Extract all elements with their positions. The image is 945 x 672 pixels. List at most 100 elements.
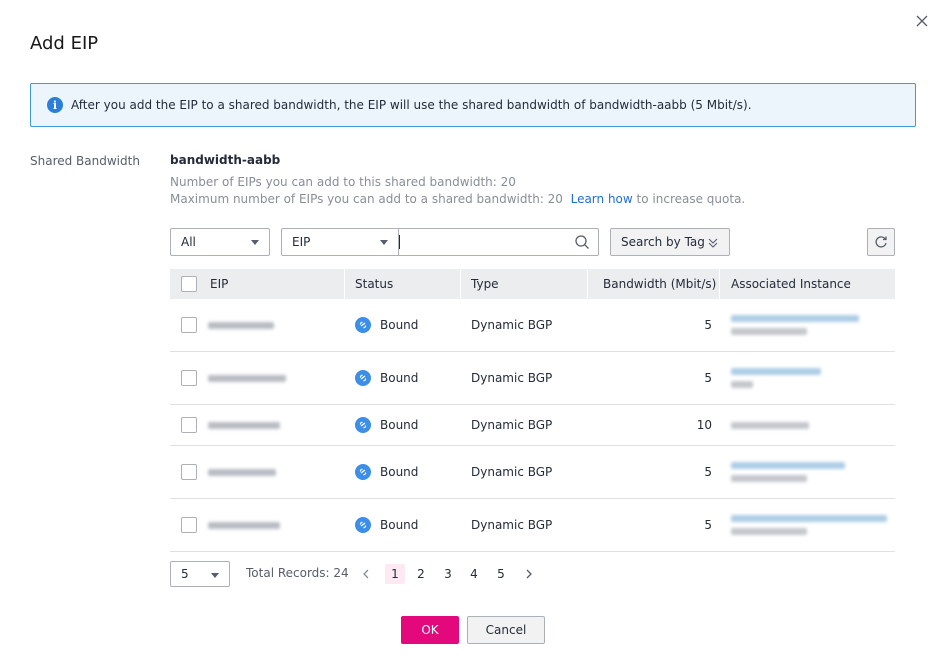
add-eip-dialog: Add EIP i After you add the EIP to a sha… — [0, 0, 945, 672]
status-text: Bound — [380, 371, 419, 385]
scope-select[interactable]: All — [170, 228, 270, 256]
bound-link-icon — [355, 517, 371, 533]
refresh-icon — [875, 236, 887, 248]
eip-address-redacted — [208, 446, 276, 498]
bound-link-icon — [355, 370, 371, 386]
page-size-value: 5 — [181, 567, 189, 581]
eip-quota-text: Number of EIPs you can add to this share… — [170, 175, 516, 189]
eip-address-redacted — [208, 405, 280, 445]
page-5[interactable]: 5 — [491, 564, 511, 584]
column-divider — [460, 269, 461, 299]
select-all-checkbox[interactable] — [181, 276, 197, 292]
table-row[interactable]: Bound Dynamic BGP 5 — [170, 299, 895, 352]
eip-address-redacted — [208, 352, 286, 404]
column-divider — [719, 269, 720, 299]
cancel-button[interactable]: Cancel — [467, 616, 545, 644]
row-checkbox-cell[interactable] — [181, 352, 197, 404]
search-field-select[interactable]: EIP — [281, 228, 399, 256]
table-row[interactable]: Bound Dynamic BGP 5 — [170, 352, 895, 405]
type-cell: Dynamic BGP — [471, 371, 553, 385]
bound-link-icon — [355, 417, 371, 433]
search-input[interactable] — [399, 228, 599, 256]
max-eip-quota-text: Maximum number of EIPs you can add to a … — [170, 192, 745, 206]
column-header-bandwidth: Bandwidth (Mbit/s) — [603, 277, 717, 291]
search-icon[interactable] — [574, 234, 590, 250]
status-text: Bound — [380, 418, 419, 432]
page-3[interactable]: 3 — [438, 564, 458, 584]
column-header-type: Type — [471, 277, 499, 291]
refresh-button[interactable] — [867, 228, 895, 256]
status-text: Bound — [380, 518, 419, 532]
row-checkbox-cell[interactable] — [181, 446, 197, 498]
bandwidth-cell: 5 — [704, 371, 712, 385]
chevron-down-icon — [251, 240, 259, 245]
bandwidth-cell: 10 — [696, 418, 712, 432]
associated-instance-redacted[interactable] — [731, 499, 887, 551]
eip-table: EIP Status Type Bandwidth (Mbit/s) Assoc… — [170, 269, 895, 552]
eip-address-redacted — [208, 299, 274, 351]
search-by-tag-label: Search by Tag — [621, 235, 705, 249]
chevron-down-icon — [380, 240, 388, 245]
column-header-eip: EIP — [210, 277, 229, 291]
chevron-down-icon — [211, 573, 219, 578]
status-text: Bound — [380, 318, 419, 332]
row-checkbox[interactable] — [181, 517, 197, 533]
row-checkbox-cell[interactable] — [181, 405, 197, 445]
column-header-status: Status — [355, 277, 394, 291]
row-checkbox[interactable] — [181, 464, 197, 480]
close-icon[interactable] — [915, 14, 929, 28]
bandwidth-cell: 5 — [704, 518, 712, 532]
dialog-title: Add EIP — [30, 33, 99, 54]
ok-button[interactable]: OK — [401, 616, 459, 644]
search-field-value: EIP — [292, 235, 311, 249]
page-2[interactable]: 2 — [411, 564, 431, 584]
shared-bandwidth-name: bandwidth-aabb — [170, 153, 281, 167]
select-all-checkbox-cell[interactable] — [181, 269, 197, 299]
associated-instance-redacted[interactable] — [731, 446, 845, 498]
row-checkbox[interactable] — [181, 317, 197, 333]
table-row[interactable]: Bound Dynamic BGP 5 — [170, 499, 895, 552]
table-row[interactable]: Bound Dynamic BGP 10 — [170, 405, 895, 446]
scope-select-value: All — [181, 235, 196, 249]
page-size-select[interactable]: 5 — [170, 561, 230, 587]
chevron-right-icon[interactable] — [519, 564, 539, 584]
max-eip-quota-prefix: Maximum number of EIPs you can add to a … — [170, 192, 563, 206]
pagination: 5 Total Records: 24 1 2 3 4 5 — [170, 561, 895, 587]
row-checkbox-cell[interactable] — [181, 499, 197, 551]
text-cursor — [399, 235, 400, 249]
chevron-left-icon[interactable] — [356, 564, 376, 584]
type-cell: Dynamic BGP — [471, 465, 553, 479]
row-checkbox[interactable] — [181, 370, 197, 386]
type-cell: Dynamic BGP — [471, 318, 553, 332]
type-cell: Dynamic BGP — [471, 418, 553, 432]
eip-address-redacted — [208, 499, 280, 551]
status-cell: Bound — [355, 405, 418, 445]
shared-bandwidth-label: Shared Bandwidth — [30, 154, 140, 168]
status-cell: Bound — [355, 446, 418, 498]
type-cell: Dynamic BGP — [471, 518, 553, 532]
page-4[interactable]: 4 — [464, 564, 484, 584]
bandwidth-cell: 5 — [704, 318, 712, 332]
search-by-tag-button[interactable]: Search by Tag — [610, 228, 730, 256]
learn-how-link[interactable]: Learn how — [571, 192, 633, 206]
associated-instance-redacted[interactable] — [731, 352, 821, 404]
status-cell: Bound — [355, 499, 418, 551]
status-cell: Bound — [355, 352, 418, 404]
bandwidth-cell: 5 — [704, 465, 712, 479]
double-chevron-down-icon — [708, 238, 718, 248]
row-checkbox-cell[interactable] — [181, 299, 197, 351]
associated-instance-redacted[interactable] — [731, 299, 859, 351]
associated-instance-redacted[interactable] — [731, 405, 809, 445]
status-text: Bound — [380, 465, 419, 479]
table-row[interactable]: Bound Dynamic BGP 5 — [170, 446, 895, 499]
max-eip-quota-suffix: to increase quota. — [636, 192, 746, 206]
row-checkbox[interactable] — [181, 417, 197, 433]
notice-text: After you add the EIP to a shared bandwi… — [71, 98, 752, 112]
column-divider — [587, 269, 588, 299]
column-divider — [344, 269, 345, 299]
bound-link-icon — [355, 317, 371, 333]
column-header-associated-instance: Associated Instance — [731, 277, 851, 291]
page-1[interactable]: 1 — [385, 564, 405, 584]
table-header: EIP Status Type Bandwidth (Mbit/s) Assoc… — [170, 269, 895, 299]
info-icon: i — [47, 97, 63, 113]
